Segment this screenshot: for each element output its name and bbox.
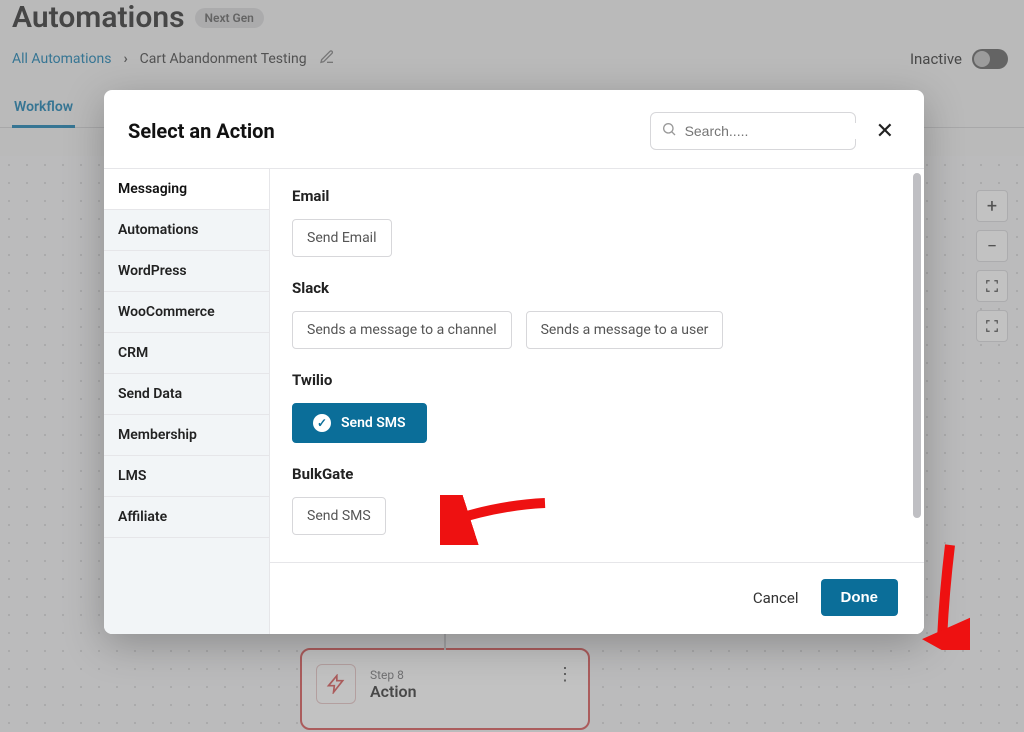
chip-bulkgate-send-sms[interactable]: Send SMS	[292, 497, 386, 535]
modal-title: Select an Action	[128, 119, 275, 143]
modal-footer: Cancel Done	[270, 562, 924, 634]
chip-slack-channel[interactable]: Sends a message to a channel	[292, 311, 512, 349]
section-bulkgate: BulkGate Send SMS	[292, 465, 902, 535]
section-slack: Slack Sends a message to a channel Sends…	[292, 279, 902, 349]
search-input[interactable]	[685, 123, 866, 139]
section-title-bulkgate: BulkGate	[292, 465, 902, 483]
check-icon: ✓	[313, 414, 331, 432]
category-wordpress[interactable]: WordPress	[104, 251, 269, 292]
select-action-modal: Select an Action ✕ Messaging Automations…	[104, 90, 924, 634]
category-automations[interactable]: Automations	[104, 210, 269, 251]
chip-slack-user[interactable]: Sends a message to a user	[526, 311, 724, 349]
chip-send-email[interactable]: Send Email	[292, 219, 392, 257]
search-icon	[661, 121, 677, 141]
category-list: Messaging Automations WordPress WooComme…	[104, 169, 270, 634]
search-input-wrap[interactable]	[650, 112, 856, 150]
category-lms[interactable]: LMS	[104, 456, 269, 497]
done-button[interactable]: Done	[821, 579, 899, 616]
category-membership[interactable]: Membership	[104, 415, 269, 456]
category-crm[interactable]: CRM	[104, 333, 269, 374]
section-title-slack: Slack	[292, 279, 902, 297]
close-icon[interactable]: ✕	[872, 115, 898, 148]
chip-twilio-send-sms[interactable]: ✓ Send SMS	[292, 403, 427, 443]
category-woocommerce[interactable]: WooCommerce	[104, 292, 269, 333]
section-twilio: Twilio ✓ Send SMS	[292, 371, 902, 443]
section-title-twilio: Twilio	[292, 371, 902, 389]
category-messaging[interactable]: Messaging	[104, 169, 269, 210]
section-email: Email Send Email	[292, 187, 902, 257]
scrollbar-thumb[interactable]	[913, 173, 921, 518]
section-title-email: Email	[292, 187, 902, 205]
chip-label: Send SMS	[341, 415, 406, 431]
cancel-button[interactable]: Cancel	[753, 589, 799, 607]
category-affiliate[interactable]: Affiliate	[104, 497, 269, 538]
category-send-data[interactable]: Send Data	[104, 374, 269, 415]
